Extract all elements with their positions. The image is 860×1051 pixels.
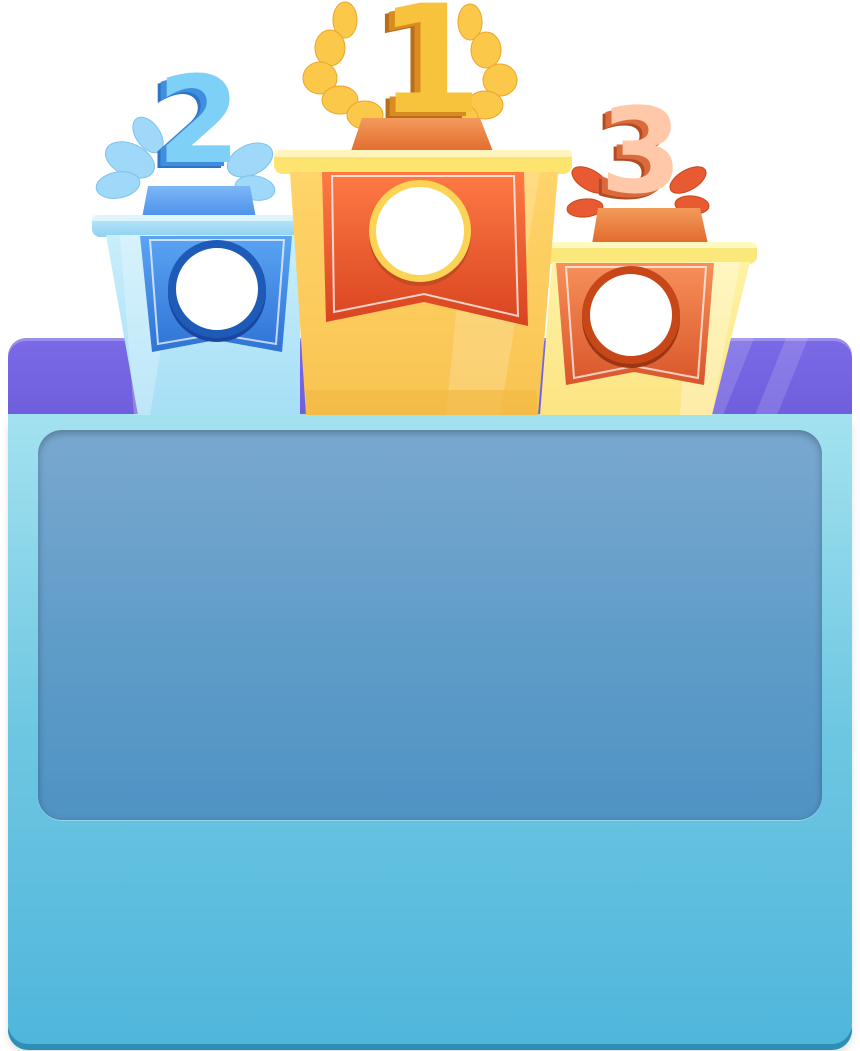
first-place-rank-number: 1 (378, 0, 483, 148)
second-place-rank-number: 2 (157, 52, 241, 191)
second-place-avatar[interactable] (168, 240, 266, 338)
third-place-avatar[interactable] (582, 266, 680, 364)
leaderboard-screen: 2 1 3 (0, 0, 860, 1051)
third-place-rank-number: 3 (600, 82, 683, 220)
ranking-list-panel (38, 430, 822, 820)
first-place-avatar[interactable] (369, 180, 471, 282)
